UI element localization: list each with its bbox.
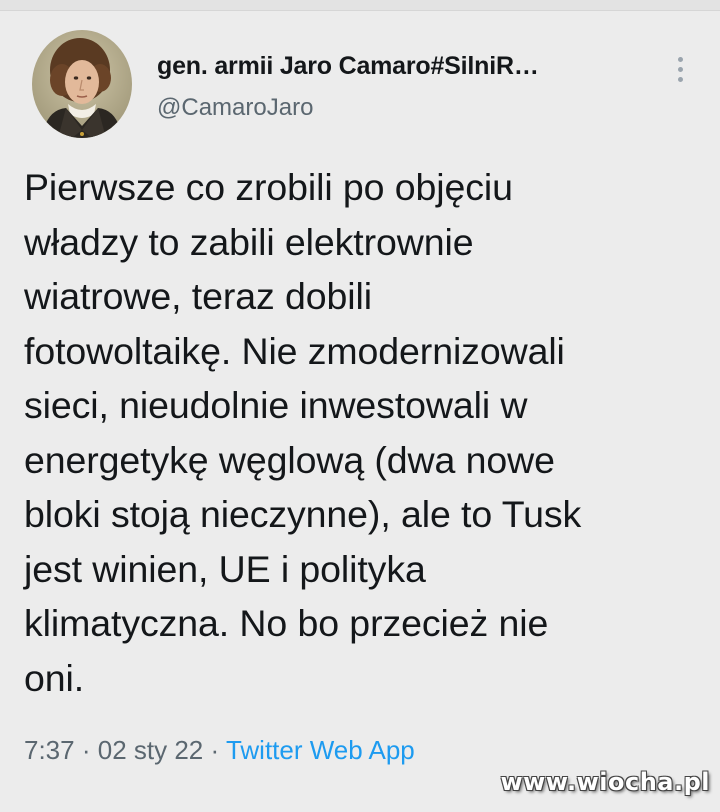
author-display-name[interactable]: gen. armii Jaro Camaro#SilniR… [157,52,539,81]
portrait-avatar-icon [32,30,132,138]
tweet-source-link[interactable]: Twitter Web App [226,735,415,765]
more-options-button[interactable] [666,49,694,89]
tweet-text: Pierwsze co zrobili po objęciu władzy to… [24,166,582,699]
meta-separator: · [210,735,220,765]
watermark: www.wiocha.pl [500,768,710,796]
avatar[interactable] [32,30,132,138]
tweet-date[interactable]: 02 sty 22 [98,735,204,765]
more-dot-icon [677,56,683,62]
more-dot-icon [677,76,683,82]
more-dot-icon [677,66,683,72]
tweet-time[interactable]: 7:37 [24,735,75,765]
top-divider [0,0,720,11]
meta-separator: · [81,735,91,765]
author-handle[interactable]: @CamaroJaro [157,94,313,122]
tweet-metadata: 7:37 · 02 sty 22 · Twitter Web App [24,735,415,766]
tweet-card: gen. armii Jaro Camaro#SilniR… @CamaroJa… [0,11,720,812]
